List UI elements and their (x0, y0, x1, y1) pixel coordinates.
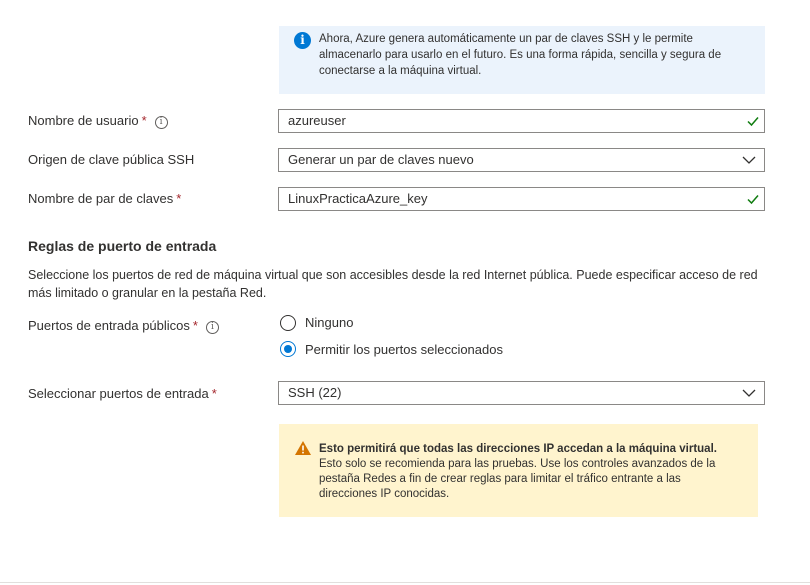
chevron-down-icon (742, 156, 756, 164)
info-icon[interactable]: i (154, 116, 168, 129)
warning-title: Esto permitirá que todas las direcciones… (319, 443, 717, 455)
ssh-source-value: Generar un par de claves nuevo (288, 152, 474, 167)
ssh-source-dropdown[interactable]: Generar un par de claves nuevo (278, 148, 765, 172)
check-icon (747, 195, 759, 205)
info-icon[interactable]: i (205, 321, 219, 334)
username-label: Nombre de usuario * i (28, 112, 168, 130)
radio-none-label[interactable]: Ninguno (305, 314, 353, 332)
select-ports-label: Seleccionar puertos de entrada * (28, 386, 217, 401)
radio-none[interactable] (280, 315, 296, 331)
info-banner-text: Ahora, Azure genera automáticamente un p… (319, 33, 722, 77)
warning-text: Esto permitirá que todas las direcciones… (319, 442, 739, 502)
key-pair-value: LinuxPracticaAzure_key (288, 191, 428, 206)
radio-allow-selected-ports[interactable] (280, 341, 296, 357)
select-ports-dropdown[interactable]: SSH (22) (278, 381, 765, 405)
chevron-down-icon (742, 389, 756, 397)
info-icon: i (294, 32, 311, 49)
select-ports-value: SSH (22) (288, 385, 342, 400)
inbound-rules-description: Seleccione los puertos de red de máquina… (28, 268, 758, 300)
warning-body: Esto solo se recomienda para las pruebas… (319, 458, 716, 500)
key-pair-input[interactable]: LinuxPracticaAzure_key (278, 187, 765, 211)
username-value: azureuser (288, 113, 346, 128)
check-icon (747, 117, 759, 127)
public-ports-label: Puertos de entrada públicos * i (28, 317, 219, 335)
inbound-rules-title: Reglas de puerto de entrada (28, 238, 217, 254)
key-pair-label: Nombre de par de claves * (28, 191, 182, 206)
bottom-divider (0, 582, 810, 583)
radio-allow-selected-ports-label[interactable]: Permitir los puertos seleccionados (305, 341, 503, 359)
warning-icon (295, 441, 311, 455)
ssh-source-label: Origen de clave pública SSH (28, 152, 195, 167)
username-input[interactable]: azureuser (278, 109, 765, 133)
